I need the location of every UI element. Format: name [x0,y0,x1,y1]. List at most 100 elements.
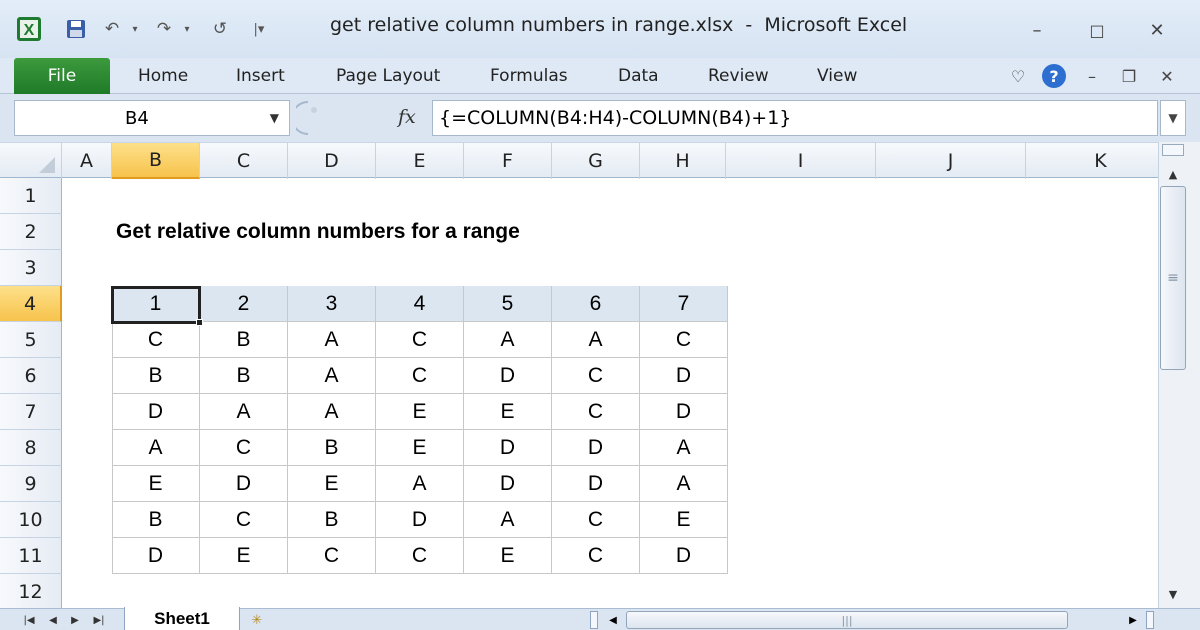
row-header-12[interactable]: 12 [0,574,62,608]
row-header-8[interactable]: 8 [0,430,62,466]
table-cell[interactable]: D [640,538,728,574]
excel-x-icon[interactable]: X [14,14,44,44]
scroll-left-icon[interactable]: ◀ [604,612,622,628]
table-cell[interactable]: A [640,430,728,466]
row-header-6[interactable]: 6 [0,358,62,394]
column-header-g[interactable]: G [552,143,640,179]
table-cell[interactable]: B [112,358,200,394]
tab-data[interactable]: Data [618,58,659,94]
expand-formula-bar-icon[interactable]: ▼ [1160,100,1186,136]
column-header-h[interactable]: H [640,143,726,179]
table-cell[interactable]: A [112,430,200,466]
table-cell[interactable]: D [464,358,552,394]
refresh-icon[interactable]: ↺ [206,14,234,44]
tab-formulas[interactable]: Formulas [490,58,568,94]
workbook-restore-icon[interactable]: ❐ [1118,64,1140,88]
save-icon[interactable] [62,14,90,44]
scroll-down-icon[interactable]: ▼ [1162,584,1184,604]
table-header-cell[interactable]: 1 [112,286,200,322]
table-cell[interactable]: B [288,430,376,466]
table-header-cell[interactable]: 7 [640,286,728,322]
scroll-up-icon[interactable]: ▲ [1162,164,1184,184]
table-cell[interactable]: B [288,502,376,538]
column-header-j[interactable]: J [876,143,1026,179]
table-cell[interactable]: C [376,322,464,358]
table-cell[interactable]: E [200,538,288,574]
row-header-7[interactable]: 7 [0,394,62,430]
table-cell[interactable]: D [112,394,200,430]
tab-file[interactable]: File [14,58,110,94]
workbook-close-icon[interactable]: ✕ [1156,64,1178,88]
help-icon[interactable]: ? [1040,64,1068,88]
table-cell[interactable]: C [112,322,200,358]
workbook-minimize-icon[interactable]: – [1082,64,1102,88]
table-header-cell[interactable]: 2 [200,286,288,322]
column-header-k[interactable]: K [1026,143,1158,179]
table-cell[interactable]: C [640,322,728,358]
row-header-4[interactable]: 4 [0,286,62,322]
table-header-cell[interactable]: 4 [376,286,464,322]
select-all-button[interactable] [0,143,62,179]
insert-sheet-icon[interactable]: ✳ [244,611,270,629]
tab-view[interactable]: View [817,58,857,94]
table-cell[interactable]: D [464,430,552,466]
table-cell[interactable]: D [200,466,288,502]
row-header-9[interactable]: 9 [0,466,62,502]
table-header-cell[interactable]: 5 [464,286,552,322]
row-header-11[interactable]: 11 [0,538,62,574]
row-header-3[interactable]: 3 [0,250,62,286]
worksheet-grid[interactable]: A B C D E F G H I J K 1 2 3 4 5 6 7 8 9 … [0,142,1158,608]
table-cell[interactable]: A [552,322,640,358]
table-cell[interactable]: C [376,538,464,574]
sheet-tab-sheet1[interactable]: Sheet1 [124,607,240,630]
table-cell[interactable]: C [288,538,376,574]
table-cell[interactable]: E [376,394,464,430]
table-cell[interactable]: C [552,538,640,574]
scroll-right-icon[interactable]: ▶ [1124,612,1142,628]
table-cell[interactable]: B [200,322,288,358]
table-cell[interactable]: A [288,358,376,394]
row-header-2[interactable]: 2 [0,214,62,250]
table-cell[interactable]: A [200,394,288,430]
ribbon-minimize-icon[interactable]: ♡ [1008,64,1028,88]
name-box[interactable]: B4 ▼ [14,100,290,136]
table-cell[interactable]: D [552,466,640,502]
column-header-d[interactable]: D [288,143,376,179]
column-header-b[interactable]: B [112,143,200,179]
last-sheet-icon[interactable]: ▶| [90,612,108,628]
tab-home[interactable]: Home [138,58,188,94]
redo-icon[interactable]: ↷ [150,14,178,44]
table-cell[interactable]: E [464,538,552,574]
table-cell[interactable]: D [640,358,728,394]
chevron-down-icon[interactable]: ▼ [270,111,279,125]
table-cell[interactable]: A [464,322,552,358]
table-cell[interactable]: D [376,502,464,538]
table-cell[interactable]: D [640,394,728,430]
table-cell[interactable]: B [112,502,200,538]
table-cell[interactable]: E [288,466,376,502]
table-cell[interactable]: C [200,502,288,538]
table-cell[interactable]: C [552,358,640,394]
table-cell[interactable]: C [552,394,640,430]
column-header-i[interactable]: I [726,143,876,179]
vertical-split-box[interactable] [1162,144,1184,156]
horizontal-split-box[interactable] [1146,611,1154,629]
table-cell[interactable]: D [112,538,200,574]
insert-function-icon[interactable]: fx [398,106,416,128]
minimize-button[interactable]: – [1020,18,1054,42]
table-cell[interactable]: C [552,502,640,538]
redo-dropdown-icon[interactable]: ▾ [180,14,194,44]
table-cell[interactable]: A [640,466,728,502]
row-header-1[interactable]: 1 [0,178,62,214]
row-header-10[interactable]: 10 [0,502,62,538]
table-cell[interactable]: E [640,502,728,538]
table-cell[interactable]: D [552,430,640,466]
first-sheet-icon[interactable]: |◀ [20,612,38,628]
tab-insert[interactable]: Insert [236,58,285,94]
table-cell[interactable]: B [200,358,288,394]
tab-split-box[interactable] [590,611,598,629]
next-sheet-icon[interactable]: ▶ [66,612,84,628]
column-header-c[interactable]: C [200,143,288,179]
table-cell[interactable]: C [376,358,464,394]
customize-qat-icon[interactable]: |▾ [248,14,270,44]
